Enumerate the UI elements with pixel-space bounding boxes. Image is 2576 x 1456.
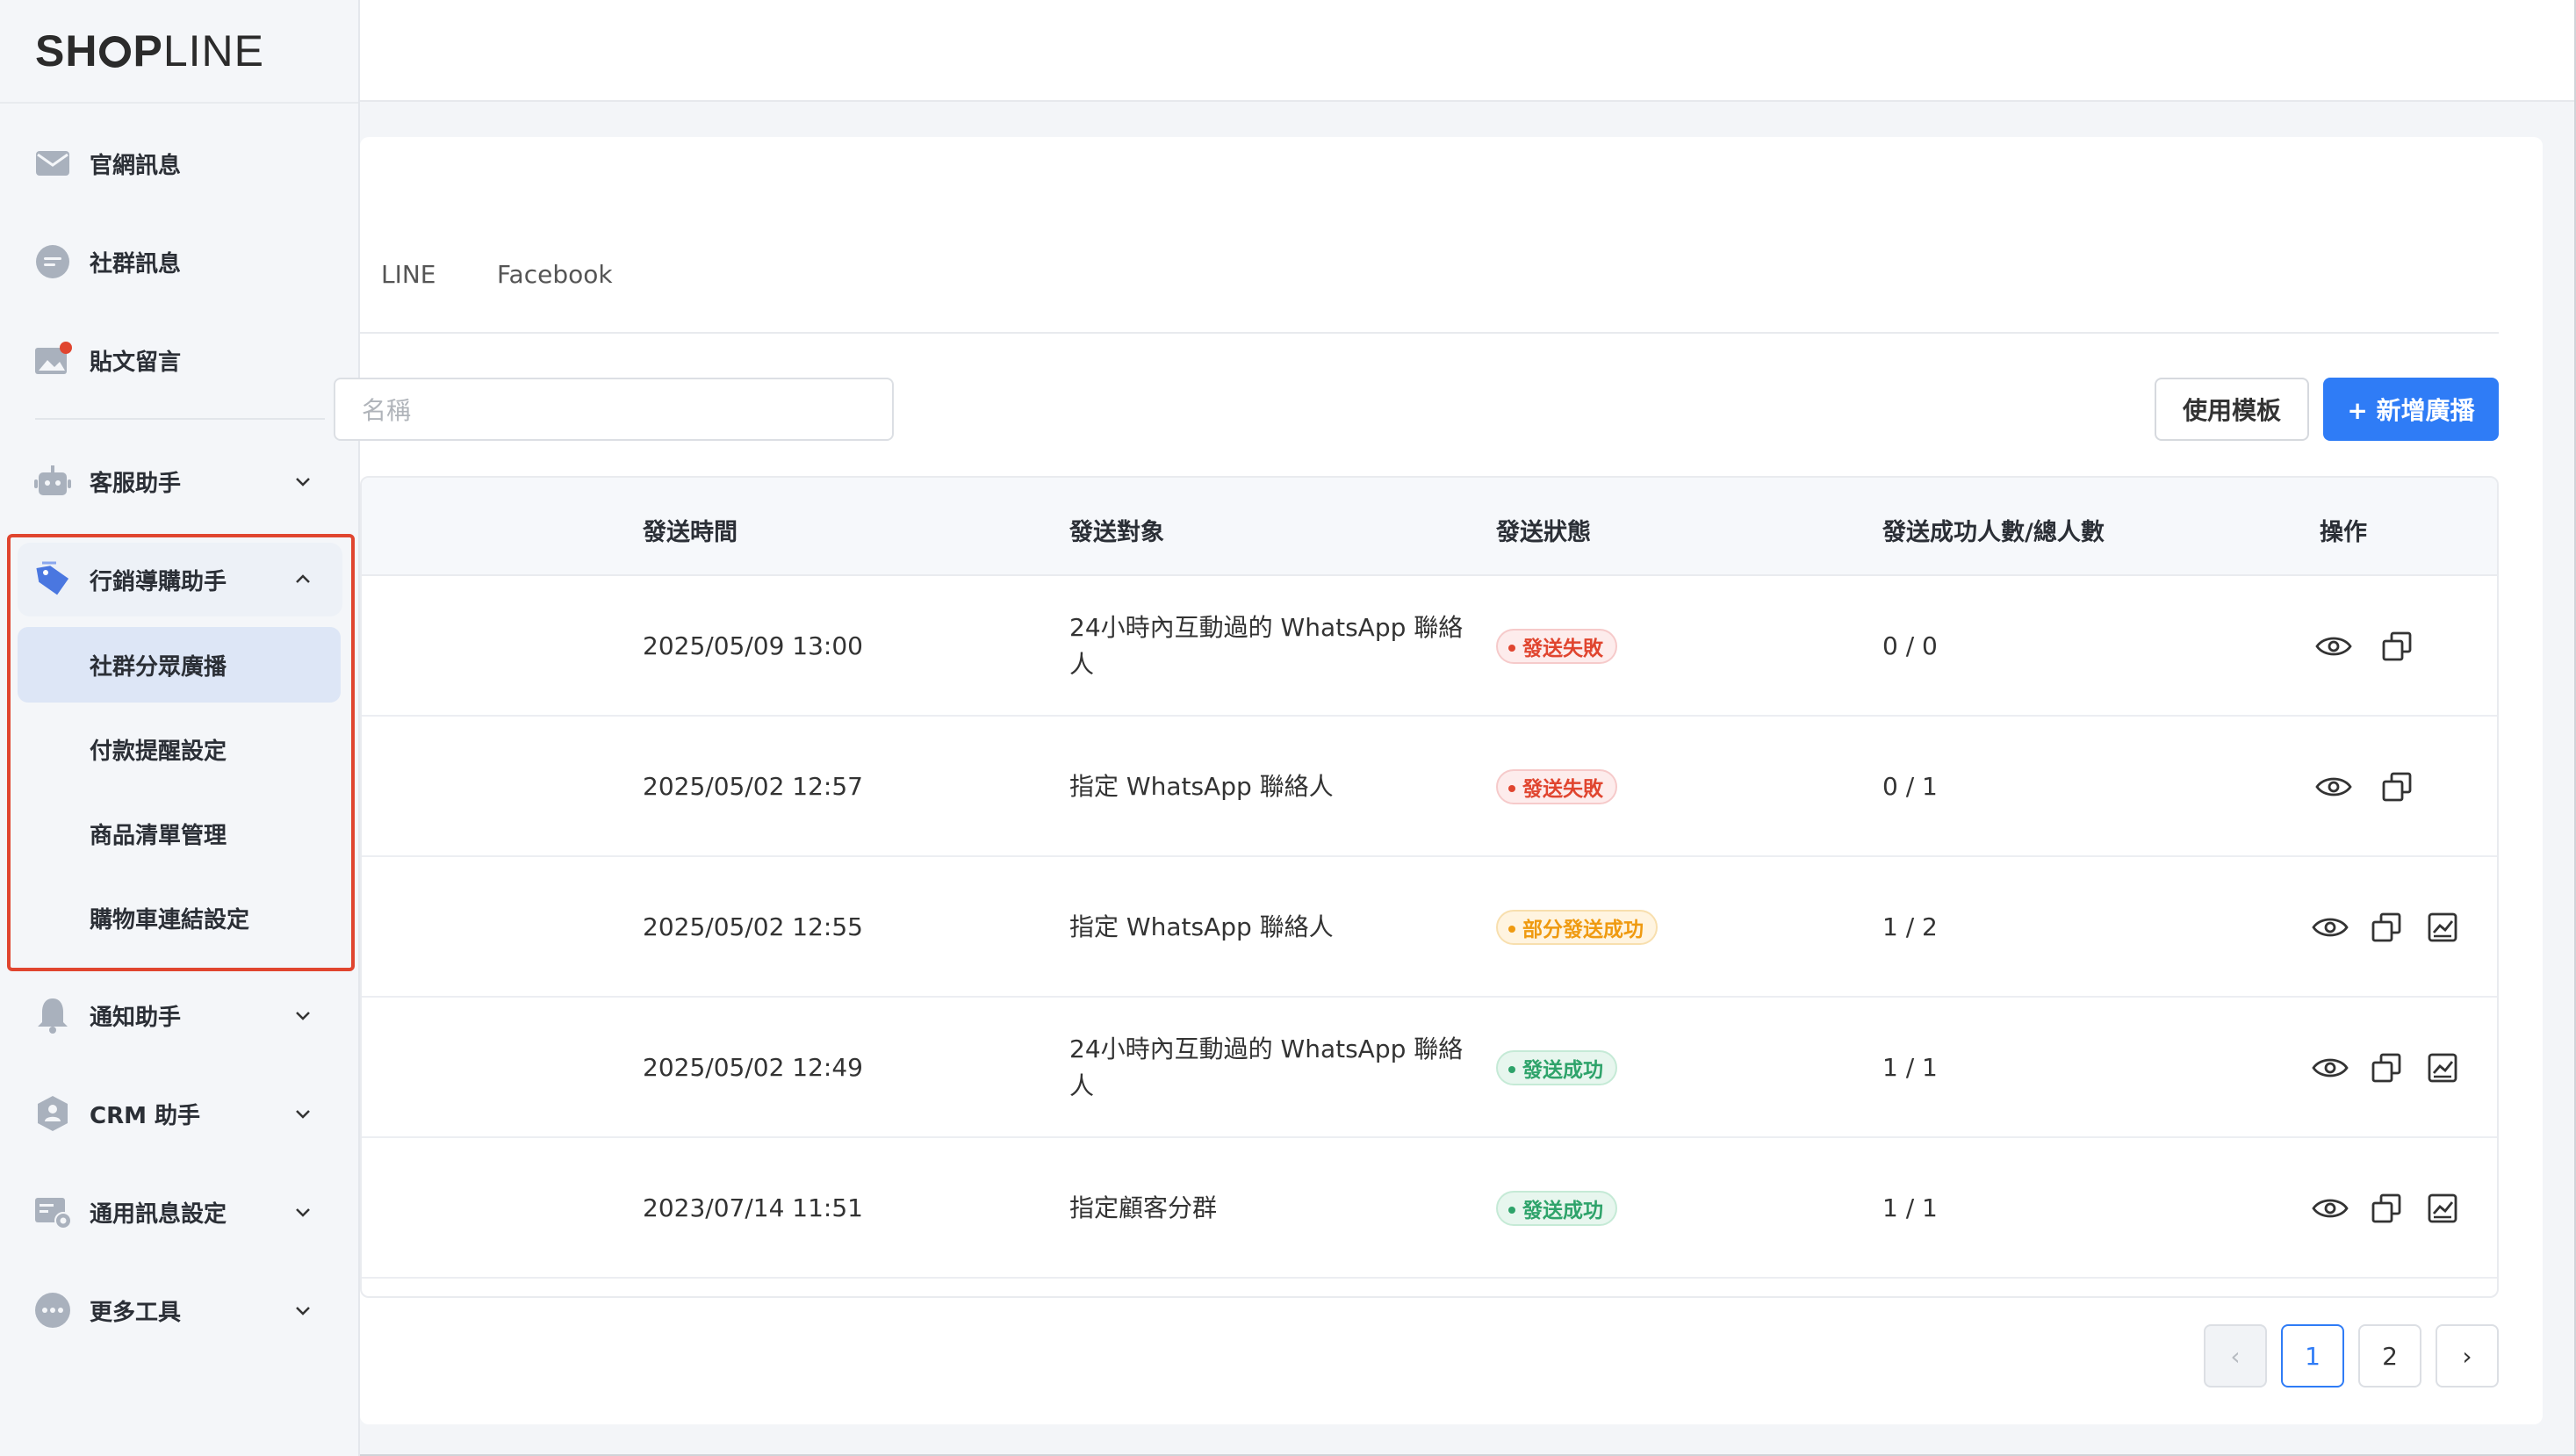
image-post-icon [33, 341, 72, 379]
cell-send-target: 指定顧客分群 [1069, 1193, 1218, 1222]
sidebar-item-label: CRM 助手 [90, 1102, 201, 1129]
chat-bubble-icon [33, 242, 72, 281]
chevron-down-icon [296, 1208, 310, 1217]
report-chart-icon[interactable] [2423, 908, 2462, 947]
logo-text-suffix: LINE [162, 26, 264, 76]
status-badge-success: 發送成功 [1496, 1050, 1617, 1085]
header-send-status: 發送狀態 [1496, 519, 1591, 546]
header-success-count: 發送成功人數/總人數 [1882, 519, 2105, 546]
sidebar-item-service-assistant[interactable]: 客服助手 [18, 444, 342, 518]
cell-send-time: 2023/07/14 11:51 [643, 1193, 863, 1222]
header-send-time: 發送時間 [643, 519, 738, 546]
cell-success-count: 0 / 1 [1882, 772, 1938, 801]
cell-send-time: 2025/05/09 13:00 [643, 631, 863, 660]
add-broadcast-button[interactable]: + 新增廣播 [2323, 378, 2499, 441]
tab-facebook[interactable]: Facebook [497, 260, 613, 289]
sidebar-item-post-comments[interactable]: 貼文留言 [18, 323, 342, 397]
cell-success-count: 1 / 1 [1882, 1193, 1938, 1222]
message-settings-icon [33, 1193, 72, 1231]
sidebar-item-general-message-settings[interactable]: 通用訊息設定 [18, 1175, 342, 1249]
table-row: 2023/07/14 11:51 指定顧客分群 發送成功 1 / 1 [362, 1138, 2497, 1279]
cell-send-target-cont: 人 [1069, 650, 1095, 679]
cell-send-target: 24小時內互動過的 WhatsApp 聯絡 [1069, 1034, 1464, 1063]
duplicate-icon[interactable] [2367, 908, 2406, 947]
shopline-logo[interactable]: SH P LINE [35, 25, 264, 77]
status-badge-fail: 發送失敗 [1496, 769, 1617, 804]
sidebar-divider [35, 418, 325, 420]
search-placeholder: 名稱 [362, 396, 412, 425]
report-chart-icon[interactable] [2423, 1189, 2462, 1228]
view-eye-icon[interactable] [2311, 1189, 2349, 1228]
table-row: 2025/05/02 12:55 指定 WhatsApp 聯絡人 部分發送成功 … [362, 857, 2497, 998]
duplicate-icon[interactable] [2367, 1189, 2406, 1228]
tab-line[interactable]: LINE [381, 260, 436, 289]
table-header: 發送時間 發送對象 發送狀態 發送成功人數/總人數 操作 [362, 478, 2497, 576]
view-eye-icon[interactable] [2314, 768, 2353, 806]
status-badge-partial: 部分發送成功 [1496, 910, 1658, 945]
cell-send-target: 指定 WhatsApp 聯絡人 [1069, 912, 1334, 941]
cell-success-count: 1 / 1 [1882, 1053, 1938, 1082]
pagination-page-1[interactable]: 1 [2281, 1324, 2344, 1388]
view-eye-icon[interactable] [2314, 627, 2353, 666]
sidebar-item-label: 社群訊息 [90, 250, 182, 278]
bell-icon [33, 996, 72, 1034]
tabs-divider [360, 332, 2499, 334]
sidebar-item-label: 客服助手 [90, 470, 182, 497]
sidebar-item-label: 通用訊息設定 [90, 1200, 227, 1228]
mail-icon [33, 144, 72, 183]
status-badge-fail: 發送失敗 [1496, 629, 1617, 664]
cell-send-time: 2025/05/02 12:55 [643, 912, 863, 941]
duplicate-icon[interactable] [2378, 768, 2416, 806]
view-eye-icon[interactable] [2311, 1049, 2349, 1087]
view-eye-icon[interactable] [2311, 908, 2349, 947]
report-chart-icon[interactable] [2423, 1049, 2462, 1087]
chevron-down-icon [296, 1307, 310, 1315]
sidebar-item-notification-assistant[interactable]: 通知助手 [18, 978, 342, 1052]
logo-divider [0, 102, 358, 104]
sidebar-item-label: 通知助手 [90, 1004, 182, 1031]
sidebar-item-label: 貼文留言 [90, 349, 182, 376]
header-send-target: 發送對象 [1069, 519, 1164, 546]
cell-send-target-cont: 人 [1069, 1071, 1095, 1100]
duplicate-icon[interactable] [2378, 627, 2416, 666]
sidebar-item-web-messages[interactable]: 官網訊息 [18, 126, 342, 200]
cell-send-time: 2025/05/02 12:49 [643, 1053, 863, 1082]
cell-send-target: 24小時內互動過的 WhatsApp 聯絡 [1069, 613, 1464, 642]
pagination-prev-button[interactable]: ‹ [2204, 1324, 2267, 1388]
robot-icon [33, 462, 72, 501]
chevron-down-icon [296, 478, 310, 487]
logo-o-mark [99, 36, 132, 68]
sidebar: SH P LINE 官網訊息 社群訊息 貼文留言 客服助手 行銷導購助手 社群分… [0, 0, 360, 1456]
cell-success-count: 1 / 2 [1882, 912, 1938, 941]
sidebar-item-label: 官網訊息 [90, 152, 182, 179]
cell-send-time: 2025/05/02 12:57 [643, 772, 863, 801]
search-input[interactable]: 名稱 [334, 378, 894, 441]
use-template-button[interactable]: 使用模板 [2155, 378, 2309, 441]
chevron-down-icon [296, 1110, 310, 1119]
logo-text-prefix: SH [35, 26, 98, 76]
highlight-annotation-box [7, 534, 355, 971]
cell-send-target: 指定 WhatsApp 聯絡人 [1069, 772, 1334, 801]
table-row: 2025/05/09 13:00 24小時內互動過的 WhatsApp 聯絡 人… [362, 576, 2497, 717]
header-actions: 操作 [2320, 519, 2367, 546]
top-bar [360, 0, 2574, 102]
sidebar-item-crm-assistant[interactable]: CRM 助手 [18, 1077, 342, 1150]
user-shield-icon [33, 1094, 72, 1133]
status-badge-success: 發送成功 [1496, 1191, 1617, 1226]
chevron-down-icon [296, 1012, 310, 1020]
cell-success-count: 0 / 0 [1882, 631, 1938, 660]
pagination-page-2[interactable]: 2 [2358, 1324, 2421, 1388]
broadcast-table: 發送時間 發送對象 發送狀態 發送成功人數/總人數 操作 2025/05/09 … [360, 476, 2499, 1298]
sidebar-item-more-tools[interactable]: 更多工具 [18, 1273, 342, 1347]
logo-text-p: P [133, 26, 163, 76]
more-dots-icon [33, 1291, 72, 1330]
table-row: 2025/05/02 12:57 指定 WhatsApp 聯絡人 發送失敗 0 … [362, 717, 2497, 857]
duplicate-icon[interactable] [2367, 1049, 2406, 1087]
sidebar-item-label: 更多工具 [90, 1299, 182, 1326]
table-row: 2025/05/02 12:49 24小時內互動過的 WhatsApp 聯絡 人… [362, 998, 2497, 1138]
pagination-next-button[interactable]: › [2436, 1324, 2499, 1388]
sidebar-item-social-messages[interactable]: 社群訊息 [18, 225, 342, 299]
